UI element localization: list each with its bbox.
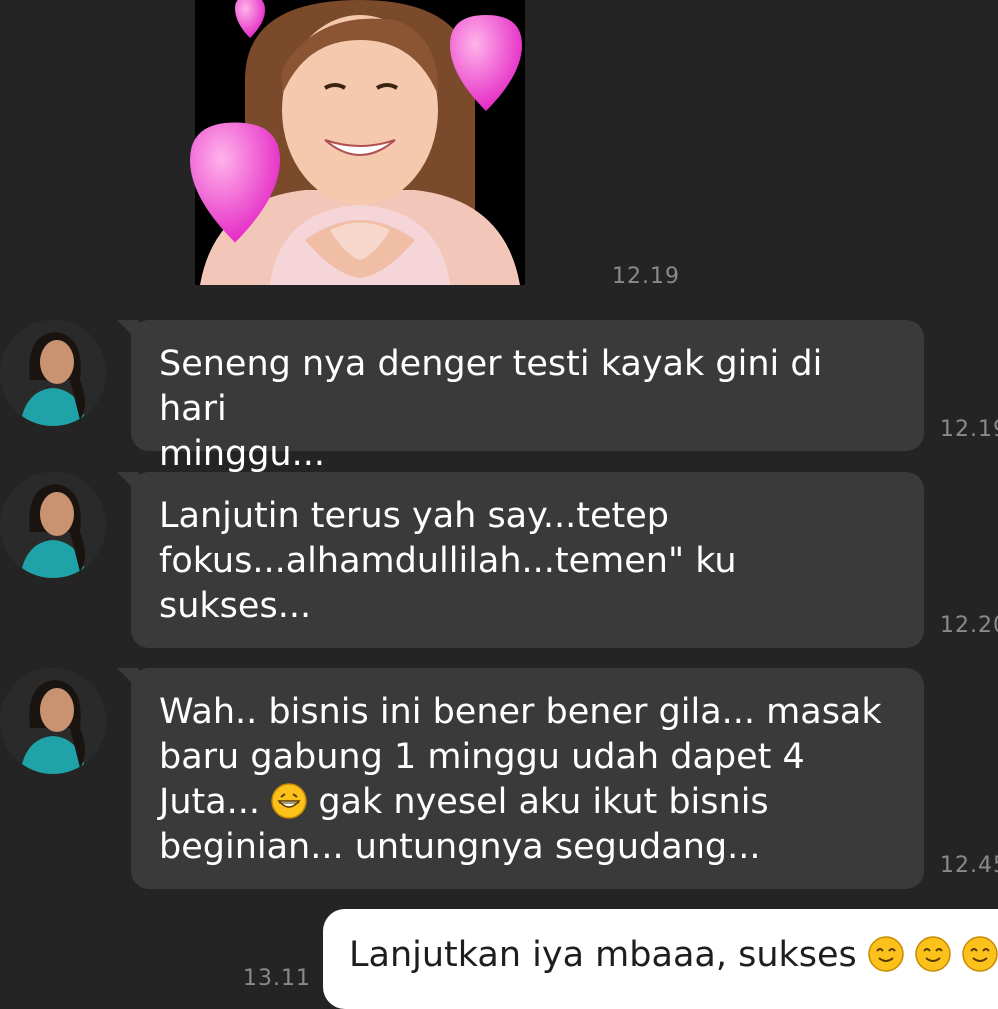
timestamp: 13.11 [243,966,311,991]
timestamp: 12.19 [940,417,998,442]
smiling-face-emoji-icon [868,936,904,972]
message-text: Wah.. bisnis ini bener bener gila... mas… [159,692,882,732]
message-line: Juta... gak nyesel aku ikut bisnis [159,780,896,825]
incoming-message-bubble[interactable]: Seneng nya denger testi kayak gini di ha… [117,320,924,474]
message-text: sukses... [159,586,312,626]
bubble-tail [117,320,139,342]
smiling-face-emoji-icon [962,936,998,972]
timestamp: 12.20 [940,613,998,638]
message-text: beginian... untungnya segudang... [159,827,761,867]
message-text: Juta... [159,782,261,822]
grinning-face-emoji-icon [271,783,307,819]
outgoing-message-bubble[interactable]: Lanjutkan iya mbaaa, sukses [323,909,998,1009]
bubble-tail [117,668,139,690]
message-text: Lanjutin terus yah say...tetep [159,496,669,536]
timestamp: 12.45 [940,853,998,878]
message-text: baru gabung 1 minggu udah dapet 4 [159,737,805,777]
girl-heart-hands-sticker[interactable] [185,0,535,285]
avatar[interactable] [0,472,106,578]
incoming-message-bubble[interactable]: Lanjutin terus yah say...tetep fokus...a… [117,472,924,648]
smiling-face-emoji-icon [915,936,951,972]
message-text: minggu... [159,434,325,474]
message-text: Lanjutkan iya mbaaa, sukses [349,935,857,975]
avatar[interactable] [0,668,106,774]
incoming-message-bubble[interactable]: Wah.. bisnis ini bener bener gila... mas… [117,668,924,889]
bubble-tail [117,472,139,494]
timestamp: 12.19 [612,264,680,289]
message-text: fokus...alhamdullilah...temen" ku [159,541,737,581]
avatar[interactable] [0,320,106,426]
message-text: gak nyesel aku ikut bisnis [318,782,769,822]
message-text: Seneng nya denger testi kayak gini di ha… [159,344,823,429]
